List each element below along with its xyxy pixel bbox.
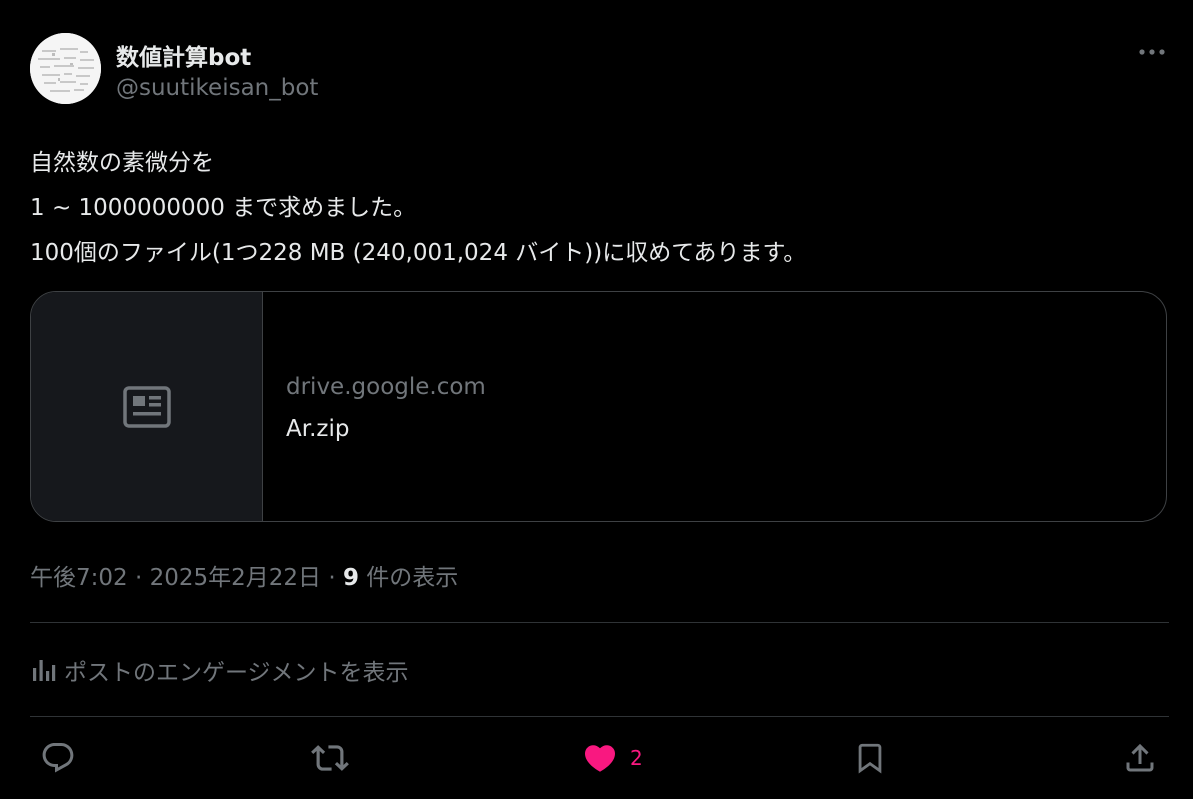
avatar[interactable] xyxy=(30,33,101,104)
tweet-date[interactable]: 2025年2月22日 xyxy=(150,565,321,591)
share-button[interactable] xyxy=(1122,738,1158,778)
tweet-text: 自然数の素微分を 1 ~ 1000000000 まで求めました。 100個のファ… xyxy=(30,141,1160,276)
tweet-line: 1 ~ 1000000000 まで求めました。 xyxy=(30,195,417,221)
tweet-line: 自然数の素微分を xyxy=(30,150,214,176)
bookmark-button[interactable] xyxy=(853,738,887,778)
bookmark-icon xyxy=(858,743,882,774)
link-card[interactable]: drive.google.com Ar.zip xyxy=(30,291,1167,522)
card-thumbnail xyxy=(31,292,263,521)
card-domain: drive.google.com xyxy=(286,374,486,400)
repost-button[interactable] xyxy=(311,738,349,778)
avatar-image xyxy=(30,33,101,104)
reply-icon xyxy=(42,743,74,773)
analytics-icon xyxy=(33,660,56,681)
author-name[interactable]: 数値計算bot xyxy=(116,38,251,72)
views-count: 9 xyxy=(342,565,359,591)
card-title: Ar.zip xyxy=(286,416,350,442)
tweet-line: 100個のファイル(1つ228 MB (240,001,024 バイト))に収め… xyxy=(30,240,807,266)
meta-separator: · xyxy=(127,565,150,591)
meta-separator: · xyxy=(321,565,343,591)
view-engagement-label: ポストのエンゲージメントを表示 xyxy=(64,660,409,686)
like-count: 2 xyxy=(630,746,643,770)
share-icon xyxy=(1126,743,1154,772)
tweet-meta: 午後7:02 · 2025年2月22日 · 9 件の表示 xyxy=(30,558,458,592)
reply-button[interactable] xyxy=(40,738,76,778)
author-handle[interactable]: @suutikeisan_bot xyxy=(116,75,318,101)
divider xyxy=(30,622,1169,623)
like-button[interactable]: 2 xyxy=(582,738,643,778)
views-label: 件の表示 xyxy=(358,565,459,591)
repost-icon xyxy=(311,745,349,771)
divider xyxy=(30,716,1169,717)
more-dots-icon xyxy=(1139,49,1165,55)
tweet-time[interactable]: 午後7:02 xyxy=(30,565,128,591)
view-engagement-link[interactable]: ポストのエンゲージメントを表示 xyxy=(30,653,409,687)
article-icon xyxy=(122,385,171,428)
more-options-button[interactable] xyxy=(1136,38,1168,66)
heart-icon xyxy=(584,745,616,772)
